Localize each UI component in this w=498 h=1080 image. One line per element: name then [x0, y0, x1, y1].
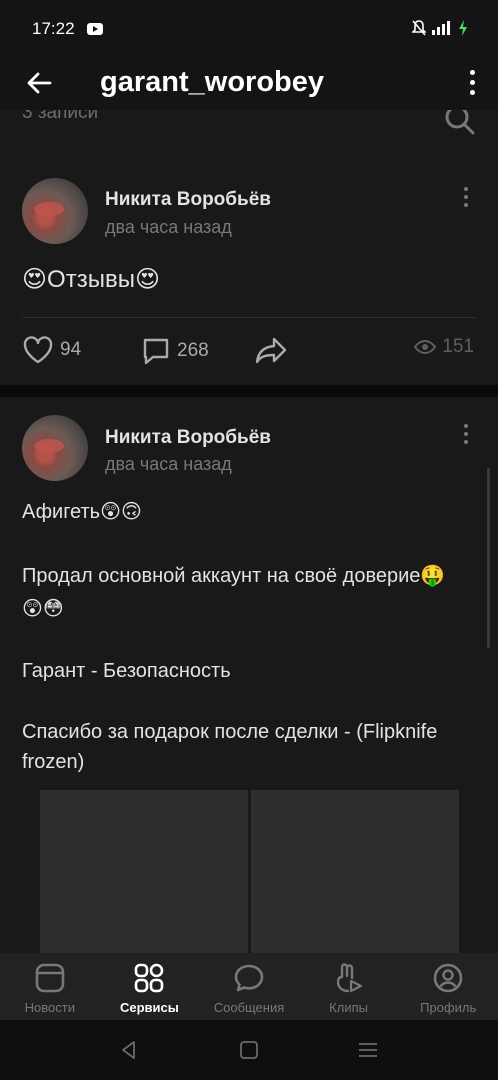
comment-button[interactable]: 268: [141, 336, 209, 366]
post-text-line: 😲😳: [22, 593, 476, 625]
tab-news[interactable]: Новости: [0, 953, 100, 1020]
heart-eyes-emoji: 😍: [134, 265, 160, 293]
post-text-content: frozen): [22, 751, 85, 773]
tab-clips[interactable]: Клипы: [299, 953, 399, 1020]
post-text-content: Продал основной аккаунт на своё доверие: [22, 565, 421, 587]
tab-label: Сервисы: [119, 1000, 179, 1015]
post-text: 😍Отзывы😍: [22, 264, 476, 295]
system-nav-bar: [0, 1020, 498, 1080]
more-options-icon[interactable]: [470, 70, 476, 96]
post-author[interactable]: Никита Воробьёв: [105, 427, 271, 449]
youtube-icon: [87, 23, 103, 35]
post-text-line: Афигеть😲🙃: [22, 496, 476, 528]
avatar[interactable]: [22, 415, 88, 481]
post-author[interactable]: Никита Воробьёв: [105, 189, 271, 211]
post-actions: 94 268 151: [0, 336, 498, 372]
post-more-icon[interactable]: [464, 424, 470, 448]
tab-messages[interactable]: Сообщения: [199, 953, 299, 1020]
heart-eyes-emoji: 😍: [22, 265, 48, 293]
post-card: Никита Воробьёв два часа назад 😍Отзывы😍 …: [0, 158, 498, 385]
profile-icon: [433, 963, 463, 993]
comment-count: 268: [177, 340, 209, 361]
comment-icon: [143, 338, 169, 365]
posts-count: 3 записи: [22, 110, 99, 123]
avatar[interactable]: [22, 178, 88, 244]
tab-label: Клипы: [329, 1000, 368, 1015]
post-card: Никита Воробьёв два часа назад Афигеть😲🙃…: [0, 397, 498, 953]
bottom-tab-bar: Новости Сервисы Сообщения Клипы Профиль: [0, 953, 498, 1020]
tab-profile[interactable]: Профиль: [398, 953, 498, 1020]
post-time[interactable]: два часа назад: [105, 454, 232, 475]
tab-services[interactable]: Сервисы: [100, 953, 200, 1020]
post-text-line: Продал основной аккаунт на своё доверие🤑: [22, 560, 476, 592]
status-bar: 17:22: [0, 0, 498, 60]
view-count: 151: [442, 336, 474, 357]
post-separator: [0, 385, 498, 397]
signal-icon: [432, 21, 450, 35]
post-text-content: Гарант - Безопасность: [22, 660, 231, 682]
emoji: 🤑: [420, 563, 446, 587]
status-time: 17:22: [32, 19, 75, 38]
page-title: garant_worobey: [100, 66, 324, 98]
mute-icon: [412, 20, 426, 36]
system-icons: [412, 20, 468, 36]
post-text-line: frozen): [22, 747, 476, 778]
nav-home-icon[interactable]: [239, 1040, 259, 1060]
post-text-content: Афигеть: [22, 501, 101, 523]
post-photos: [40, 790, 459, 953]
share-button[interactable]: [254, 336, 288, 364]
eye-icon: [414, 340, 437, 354]
emoji: 😲😳: [22, 596, 64, 620]
photo-thumbnail[interactable]: [251, 790, 459, 953]
app-bar: garant_worobey: [0, 60, 498, 110]
nav-back-icon[interactable]: [119, 1040, 139, 1060]
posts-count-row: 3 записи: [0, 110, 498, 158]
like-button[interactable]: 94: [22, 336, 81, 364]
news-icon: [35, 963, 65, 993]
tab-label: Сообщения: [213, 1000, 285, 1015]
divider: [22, 317, 476, 318]
back-arrow-icon[interactable]: [24, 68, 54, 98]
share-icon: [255, 337, 287, 364]
heart-icon: [23, 336, 53, 364]
messages-icon: [234, 964, 264, 992]
battery-charging-icon: [459, 20, 467, 36]
post-text-content: Отзывы: [47, 266, 135, 293]
clips-icon: [336, 963, 362, 993]
search-icon[interactable]: [444, 110, 476, 136]
views-counter: 151: [414, 336, 474, 358]
photo-thumbnail[interactable]: [40, 790, 248, 953]
post-text-line: Спасибо за подарок после сделки - (Flipk…: [22, 717, 476, 748]
post-time[interactable]: два часа назад: [105, 217, 232, 238]
tab-label: Новости: [24, 1000, 75, 1015]
emoji: 😲🙃: [100, 499, 142, 523]
post-more-icon[interactable]: [464, 187, 470, 211]
post-text-line: Гарант - Безопасность: [22, 656, 476, 687]
tab-label: Профиль: [420, 1000, 477, 1015]
services-icon: [135, 963, 164, 993]
scrollbar[interactable]: [487, 468, 490, 648]
like-count: 94: [60, 339, 82, 360]
post-text-content: Спасибо за подарок после сделки - (Flipk…: [22, 721, 438, 743]
nav-menu-icon[interactable]: [358, 1040, 378, 1060]
